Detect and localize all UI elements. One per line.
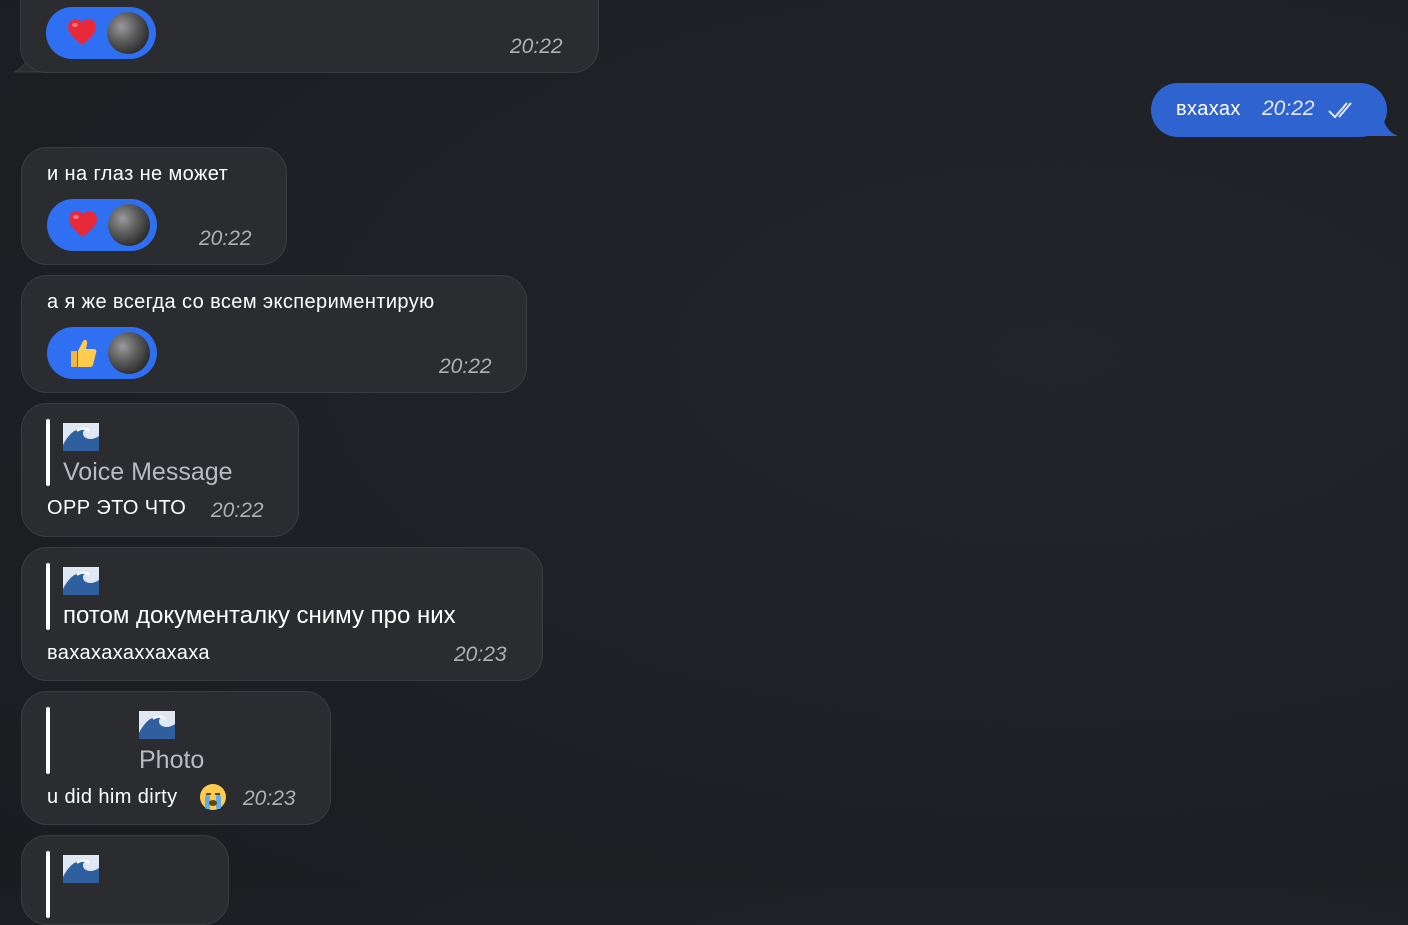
message-time: 20:22 — [199, 227, 252, 250]
heart-emoji-icon — [68, 19, 96, 45]
double-check-icon — [1328, 102, 1352, 119]
reaction-pill[interactable] — [47, 199, 157, 251]
message-text: u did him dirty — [47, 786, 178, 808]
message-time: 20:22 — [510, 35, 563, 58]
reply-quote-bar — [46, 707, 50, 774]
reactor-avatar — [108, 332, 150, 374]
reactor-avatar — [107, 12, 149, 54]
message-bubble-incoming[interactable]: потом документалку сниму про них вахахах… — [21, 547, 543, 681]
message-time: 20:22 — [1262, 97, 1315, 120]
reply-title: потом документалку сниму про них — [63, 602, 456, 629]
reactor-avatar — [108, 204, 150, 246]
message-bubble-outgoing[interactable]: вхахах 20:22 — [1151, 83, 1387, 137]
message-time: 20:22 — [439, 355, 492, 378]
thumbs-up-emoji-icon — [71, 340, 97, 367]
wave-emoji-icon — [63, 423, 99, 451]
wave-emoji-icon — [63, 567, 99, 595]
reply-quote-bar — [46, 851, 50, 918]
message-text: вахахахаххахаха — [47, 642, 210, 664]
reaction-pill[interactable] — [47, 327, 157, 379]
message-text: а я же всегда со всем экспериментирую — [47, 291, 435, 313]
message-bubble-incoming[interactable]: и на глаз не может 20:22 — [21, 147, 287, 265]
reply-quote-bar — [46, 563, 50, 630]
message-bubble-incoming[interactable]: 20:22 — [20, 0, 599, 73]
reply-title: Photo — [139, 746, 205, 774]
message-time: 20:23 — [243, 787, 296, 810]
message-text: вхахах — [1176, 98, 1241, 120]
loudly-crying-emoji-icon — [200, 784, 226, 810]
reply-title: Voice Message — [63, 458, 233, 486]
reaction-pill[interactable] — [46, 7, 156, 59]
wave-emoji-icon — [139, 711, 175, 739]
message-text: и на глаз не может — [47, 163, 229, 185]
message-bubble-incoming[interactable] — [21, 835, 229, 925]
heart-emoji-icon — [69, 211, 97, 237]
message-text: ОРР ЭТО ЧТО — [47, 497, 187, 519]
wave-emoji-icon — [63, 855, 99, 883]
message-time: 20:22 — [211, 499, 264, 522]
message-bubble-incoming[interactable]: а я же всегда со всем экспериментирую 20… — [21, 275, 527, 393]
message-time: 20:23 — [454, 643, 507, 666]
message-bubble-incoming[interactable]: Photo u did him dirty 20:23 — [21, 691, 331, 825]
message-bubble-incoming[interactable]: Voice Message ОРР ЭТО ЧТО 20:22 — [21, 403, 299, 537]
reply-quote-bar — [46, 419, 50, 486]
